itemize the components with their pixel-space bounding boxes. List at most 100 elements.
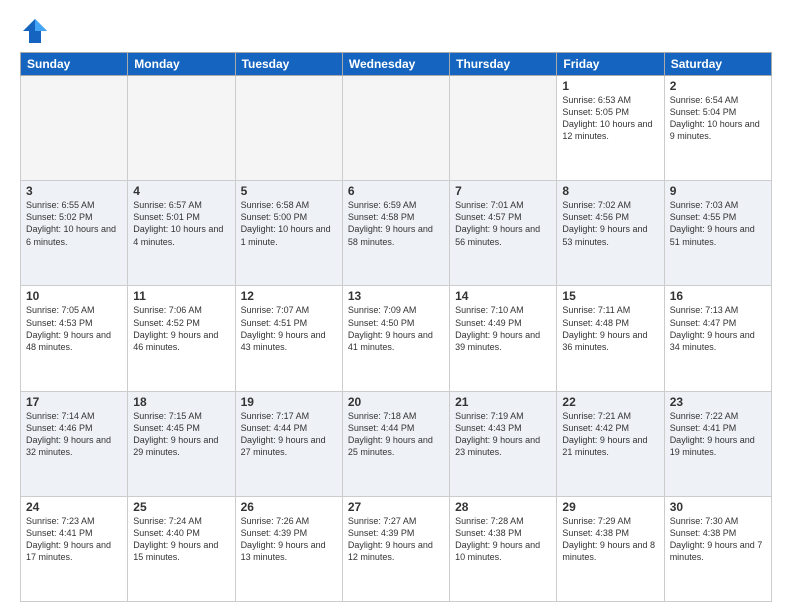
calendar-day-cell: 25Sunrise: 7:24 AM Sunset: 4:40 PM Dayli…	[128, 496, 235, 601]
calendar-day-cell	[342, 76, 449, 181]
calendar-day-header: Monday	[128, 53, 235, 76]
day-number: 29	[562, 500, 658, 514]
calendar-day-cell	[450, 76, 557, 181]
calendar-day-header: Wednesday	[342, 53, 449, 76]
day-number: 7	[455, 184, 551, 198]
day-info: Sunrise: 6:57 AM Sunset: 5:01 PM Dayligh…	[133, 199, 229, 248]
calendar-day-cell: 2Sunrise: 6:54 AM Sunset: 5:04 PM Daylig…	[664, 76, 771, 181]
header	[20, 16, 772, 46]
day-number: 24	[26, 500, 122, 514]
calendar-day-cell: 28Sunrise: 7:28 AM Sunset: 4:38 PM Dayli…	[450, 496, 557, 601]
calendar-day-cell: 10Sunrise: 7:05 AM Sunset: 4:53 PM Dayli…	[21, 286, 128, 391]
day-info: Sunrise: 7:21 AM Sunset: 4:42 PM Dayligh…	[562, 410, 658, 459]
day-info: Sunrise: 7:30 AM Sunset: 4:38 PM Dayligh…	[670, 515, 766, 564]
calendar-day-cell: 3Sunrise: 6:55 AM Sunset: 5:02 PM Daylig…	[21, 181, 128, 286]
day-number: 3	[26, 184, 122, 198]
calendar-day-cell: 30Sunrise: 7:30 AM Sunset: 4:38 PM Dayli…	[664, 496, 771, 601]
calendar-day-cell: 5Sunrise: 6:58 AM Sunset: 5:00 PM Daylig…	[235, 181, 342, 286]
calendar-day-cell: 8Sunrise: 7:02 AM Sunset: 4:56 PM Daylig…	[557, 181, 664, 286]
calendar-day-cell: 24Sunrise: 7:23 AM Sunset: 4:41 PM Dayli…	[21, 496, 128, 601]
day-info: Sunrise: 7:13 AM Sunset: 4:47 PM Dayligh…	[670, 304, 766, 353]
day-info: Sunrise: 7:06 AM Sunset: 4:52 PM Dayligh…	[133, 304, 229, 353]
day-info: Sunrise: 7:18 AM Sunset: 4:44 PM Dayligh…	[348, 410, 444, 459]
calendar-day-cell	[21, 76, 128, 181]
calendar-day-cell: 12Sunrise: 7:07 AM Sunset: 4:51 PM Dayli…	[235, 286, 342, 391]
day-number: 13	[348, 289, 444, 303]
calendar-day-header: Sunday	[21, 53, 128, 76]
calendar-day-header: Tuesday	[235, 53, 342, 76]
calendar-day-cell: 19Sunrise: 7:17 AM Sunset: 4:44 PM Dayli…	[235, 391, 342, 496]
day-number: 19	[241, 395, 337, 409]
day-info: Sunrise: 7:09 AM Sunset: 4:50 PM Dayligh…	[348, 304, 444, 353]
day-number: 28	[455, 500, 551, 514]
day-number: 20	[348, 395, 444, 409]
day-info: Sunrise: 7:03 AM Sunset: 4:55 PM Dayligh…	[670, 199, 766, 248]
day-number: 4	[133, 184, 229, 198]
calendar-day-cell: 26Sunrise: 7:26 AM Sunset: 4:39 PM Dayli…	[235, 496, 342, 601]
calendar-day-cell: 22Sunrise: 7:21 AM Sunset: 4:42 PM Dayli…	[557, 391, 664, 496]
calendar-day-cell: 15Sunrise: 7:11 AM Sunset: 4:48 PM Dayli…	[557, 286, 664, 391]
day-number: 30	[670, 500, 766, 514]
calendar-week-row: 24Sunrise: 7:23 AM Sunset: 4:41 PM Dayli…	[21, 496, 772, 601]
day-info: Sunrise: 7:29 AM Sunset: 4:38 PM Dayligh…	[562, 515, 658, 564]
day-number: 18	[133, 395, 229, 409]
day-info: Sunrise: 6:53 AM Sunset: 5:05 PM Dayligh…	[562, 94, 658, 143]
calendar-day-cell: 16Sunrise: 7:13 AM Sunset: 4:47 PM Dayli…	[664, 286, 771, 391]
day-info: Sunrise: 6:59 AM Sunset: 4:58 PM Dayligh…	[348, 199, 444, 248]
calendar-day-cell: 23Sunrise: 7:22 AM Sunset: 4:41 PM Dayli…	[664, 391, 771, 496]
day-info: Sunrise: 7:14 AM Sunset: 4:46 PM Dayligh…	[26, 410, 122, 459]
calendar-header-row: SundayMondayTuesdayWednesdayThursdayFrid…	[21, 53, 772, 76]
calendar-week-row: 1Sunrise: 6:53 AM Sunset: 5:05 PM Daylig…	[21, 76, 772, 181]
calendar-day-cell: 14Sunrise: 7:10 AM Sunset: 4:49 PM Dayli…	[450, 286, 557, 391]
calendar-day-cell: 27Sunrise: 7:27 AM Sunset: 4:39 PM Dayli…	[342, 496, 449, 601]
day-number: 17	[26, 395, 122, 409]
day-info: Sunrise: 7:26 AM Sunset: 4:39 PM Dayligh…	[241, 515, 337, 564]
day-info: Sunrise: 6:55 AM Sunset: 5:02 PM Dayligh…	[26, 199, 122, 248]
day-number: 14	[455, 289, 551, 303]
day-info: Sunrise: 7:28 AM Sunset: 4:38 PM Dayligh…	[455, 515, 551, 564]
day-info: Sunrise: 7:17 AM Sunset: 4:44 PM Dayligh…	[241, 410, 337, 459]
page: SundayMondayTuesdayWednesdayThursdayFrid…	[0, 0, 792, 612]
day-info: Sunrise: 7:02 AM Sunset: 4:56 PM Dayligh…	[562, 199, 658, 248]
day-info: Sunrise: 6:58 AM Sunset: 5:00 PM Dayligh…	[241, 199, 337, 248]
day-number: 2	[670, 79, 766, 93]
day-info: Sunrise: 7:11 AM Sunset: 4:48 PM Dayligh…	[562, 304, 658, 353]
calendar-day-cell: 6Sunrise: 6:59 AM Sunset: 4:58 PM Daylig…	[342, 181, 449, 286]
calendar-day-header: Thursday	[450, 53, 557, 76]
day-info: Sunrise: 7:27 AM Sunset: 4:39 PM Dayligh…	[348, 515, 444, 564]
day-info: Sunrise: 7:07 AM Sunset: 4:51 PM Dayligh…	[241, 304, 337, 353]
day-number: 26	[241, 500, 337, 514]
calendar-day-cell: 29Sunrise: 7:29 AM Sunset: 4:38 PM Dayli…	[557, 496, 664, 601]
day-info: Sunrise: 7:23 AM Sunset: 4:41 PM Dayligh…	[26, 515, 122, 564]
calendar-day-cell: 9Sunrise: 7:03 AM Sunset: 4:55 PM Daylig…	[664, 181, 771, 286]
calendar-day-cell: 13Sunrise: 7:09 AM Sunset: 4:50 PM Dayli…	[342, 286, 449, 391]
logo-icon	[20, 16, 50, 46]
calendar-day-cell	[235, 76, 342, 181]
day-number: 22	[562, 395, 658, 409]
day-info: Sunrise: 7:19 AM Sunset: 4:43 PM Dayligh…	[455, 410, 551, 459]
day-info: Sunrise: 7:10 AM Sunset: 4:49 PM Dayligh…	[455, 304, 551, 353]
calendar-day-cell: 21Sunrise: 7:19 AM Sunset: 4:43 PM Dayli…	[450, 391, 557, 496]
calendar-day-cell: 18Sunrise: 7:15 AM Sunset: 4:45 PM Dayli…	[128, 391, 235, 496]
calendar-day-cell: 11Sunrise: 7:06 AM Sunset: 4:52 PM Dayli…	[128, 286, 235, 391]
day-number: 10	[26, 289, 122, 303]
calendar-day-cell: 4Sunrise: 6:57 AM Sunset: 5:01 PM Daylig…	[128, 181, 235, 286]
day-number: 5	[241, 184, 337, 198]
calendar-day-header: Saturday	[664, 53, 771, 76]
day-info: Sunrise: 6:54 AM Sunset: 5:04 PM Dayligh…	[670, 94, 766, 143]
calendar-day-cell	[128, 76, 235, 181]
day-number: 9	[670, 184, 766, 198]
calendar-day-cell: 20Sunrise: 7:18 AM Sunset: 4:44 PM Dayli…	[342, 391, 449, 496]
day-number: 23	[670, 395, 766, 409]
day-number: 25	[133, 500, 229, 514]
calendar-week-row: 3Sunrise: 6:55 AM Sunset: 5:02 PM Daylig…	[21, 181, 772, 286]
calendar: SundayMondayTuesdayWednesdayThursdayFrid…	[20, 52, 772, 602]
logo	[20, 16, 54, 46]
day-number: 16	[670, 289, 766, 303]
day-info: Sunrise: 7:01 AM Sunset: 4:57 PM Dayligh…	[455, 199, 551, 248]
calendar-day-cell: 1Sunrise: 6:53 AM Sunset: 5:05 PM Daylig…	[557, 76, 664, 181]
calendar-week-row: 17Sunrise: 7:14 AM Sunset: 4:46 PM Dayli…	[21, 391, 772, 496]
calendar-week-row: 10Sunrise: 7:05 AM Sunset: 4:53 PM Dayli…	[21, 286, 772, 391]
calendar-day-cell: 17Sunrise: 7:14 AM Sunset: 4:46 PM Dayli…	[21, 391, 128, 496]
day-number: 6	[348, 184, 444, 198]
